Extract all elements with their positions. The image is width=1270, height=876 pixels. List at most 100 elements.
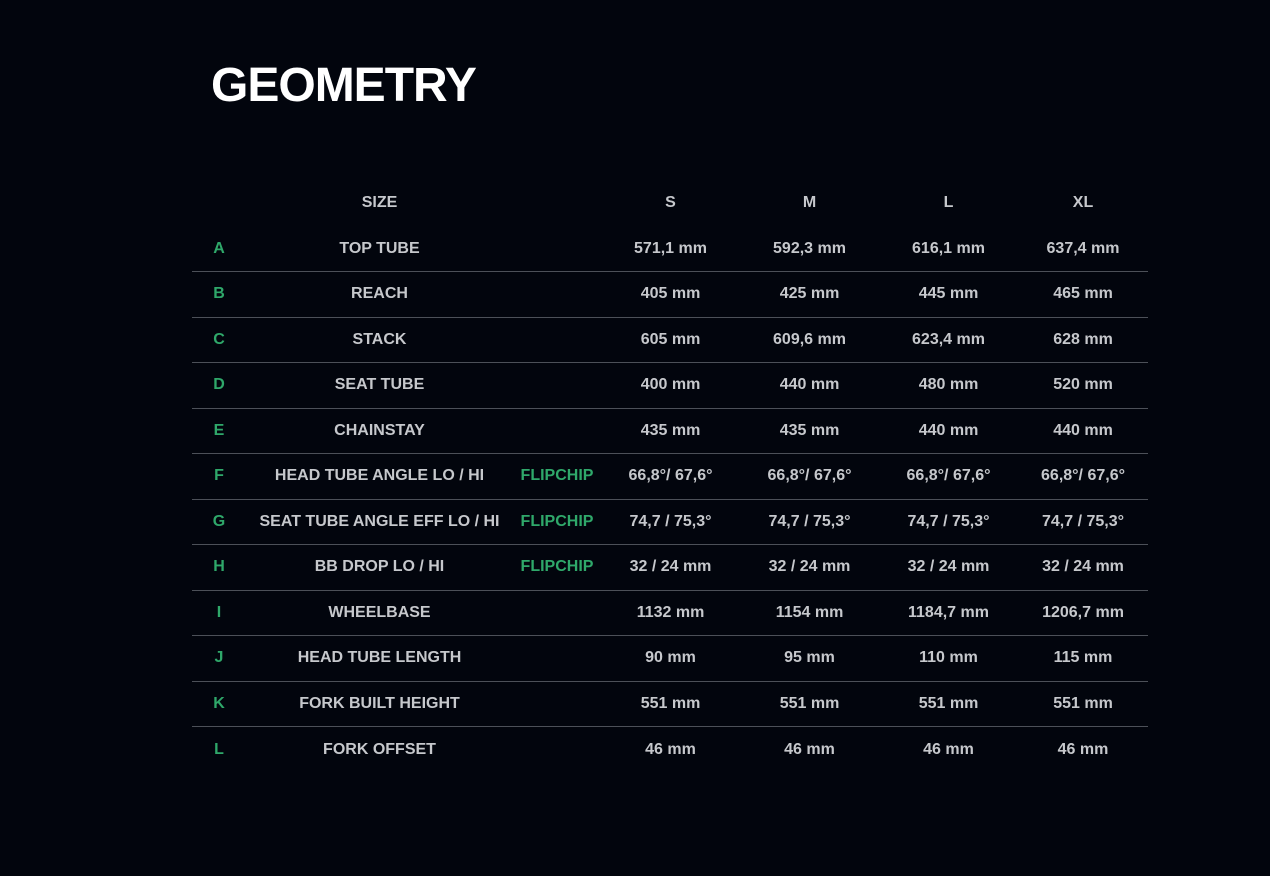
row-value-m: 74,7 / 75,3° — [768, 512, 851, 530]
row-measurement-name: BB DROP LO / HI — [314, 558, 445, 576]
row-value-l: 480 mm — [918, 376, 979, 394]
row-flipchip-label — [513, 317, 601, 363]
table-row: I WHEELBASE 1132 mm 1154 mm 1184,7 mm 1206,7 … — [192, 590, 1148, 636]
row-value-m: 66,8°/ 67,6° — [767, 467, 852, 485]
header-size-label: SIZE — [361, 194, 398, 211]
row-value-xl: 440 mm — [1053, 421, 1113, 439]
row-measurement-name: HEAD TUBE ANGLE LO / HI — [274, 467, 485, 485]
row-measurement-name: SEAT TUBE — [334, 376, 425, 394]
row-value-l: 623,4 mm — [912, 330, 985, 348]
row-value-m: 440 mm — [779, 376, 840, 394]
row-value-xl: 32 / 24 mm — [1042, 558, 1124, 576]
row-letter: J — [214, 649, 224, 667]
geometry-table: SIZE S M L XL A TOP TUBE 571,1 mm 592,3 mm 6… — [192, 180, 1148, 772]
row-measurement-name: FORK OFFSET — [323, 740, 436, 758]
row-letter: C — [213, 330, 225, 348]
row-value-m: 435 mm — [779, 421, 840, 439]
row-value-m: 46 mm — [784, 740, 835, 758]
row-value-s: 571,1 mm — [634, 239, 707, 257]
header-size-l: L — [943, 194, 954, 211]
row-value-l: 74,7 / 75,3° — [907, 512, 990, 530]
header-size-s: S — [665, 194, 676, 211]
row-measurement-name: REACH — [351, 285, 408, 303]
row-value-l: 66,8°/ 67,6° — [906, 467, 991, 485]
row-flipchip-label — [513, 590, 601, 636]
row-value-s: 605 mm — [640, 330, 701, 348]
row-measurement-name: HEAD TUBE LENGTH — [297, 649, 462, 667]
row-value-l: 440 mm — [918, 421, 979, 439]
row-value-xl: 628 mm — [1053, 330, 1113, 348]
row-flipchip-label — [513, 636, 601, 682]
row-value-s: 1132 mm — [636, 603, 705, 621]
row-flipchip-label: FLIPCHIP — [520, 467, 594, 485]
table-row: D SEAT TUBE 400 mm 440 mm 480 mm 520 mm — [192, 363, 1148, 409]
row-value-s: 435 mm — [640, 421, 701, 439]
row-value-s: 400 mm — [640, 376, 701, 394]
row-value-m: 609,6 mm — [773, 330, 846, 348]
header-letter-cell — [192, 180, 246, 226]
table-row: J HEAD TUBE LENGTH 90 mm 95 mm 110 mm 115 mm — [192, 636, 1148, 682]
row-value-xl: 74,7 / 75,3° — [1041, 512, 1124, 530]
table-row: H BB DROP LO / HI FLIPCHIP 32 / 24 mm 32 / 2… — [192, 545, 1148, 590]
table-row: G SEAT TUBE ANGLE EFF LO / HI FLIPCHIP 74,7… — [192, 499, 1148, 545]
row-value-xl: 520 mm — [1053, 376, 1113, 394]
header-size-m: M — [802, 194, 817, 211]
row-value-l: 46 mm — [923, 740, 974, 758]
row-value-l: 1184,7 mm — [908, 603, 989, 621]
row-flipchip-label — [513, 363, 601, 409]
row-flipchip-label — [513, 681, 601, 727]
row-value-xl: 1206,7 mm — [1042, 603, 1124, 621]
row-letter: H — [213, 558, 225, 576]
table-body: A TOP TUBE 571,1 mm 592,3 mm 616,1 mm 637,4 m… — [192, 226, 1148, 772]
row-value-l: 551 mm — [918, 694, 979, 712]
row-value-m: 95 mm — [784, 649, 835, 667]
header-flip-cell — [513, 180, 601, 226]
row-value-s: 551 mm — [640, 694, 701, 712]
table-header-row: SIZE S M L XL — [192, 180, 1148, 226]
row-value-m: 551 mm — [779, 694, 840, 712]
row-flipchip-label: FLIPCHIP — [520, 512, 594, 530]
row-value-xl: 46 mm — [1057, 740, 1109, 758]
row-flipchip-label — [513, 226, 601, 272]
row-value-m: 1154 mm — [775, 603, 844, 621]
row-letter: I — [216, 603, 222, 621]
row-flipchip-label: FLIPCHIP — [520, 558, 594, 576]
row-letter: E — [213, 421, 225, 439]
table-row: L FORK OFFSET 46 mm 46 mm 46 mm 46 mm — [192, 727, 1148, 773]
row-flipchip-label — [513, 408, 601, 454]
row-measurement-name: WHEELBASE — [328, 603, 431, 621]
row-value-m: 32 / 24 mm — [768, 558, 851, 576]
row-measurement-name: FORK BUILT HEIGHT — [299, 694, 460, 712]
page-title: GEOMETRY — [211, 59, 477, 112]
table-row: C STACK 605 mm 609,6 mm 623,4 mm 628 mm — [192, 317, 1148, 363]
row-value-m: 425 mm — [779, 285, 840, 303]
row-letter: A — [213, 239, 225, 257]
row-measurement-name: STACK — [352, 330, 407, 348]
row-value-xl: 66,8°/ 67,6° — [1041, 467, 1125, 485]
row-value-s: 405 mm — [640, 285, 701, 303]
row-letter: D — [213, 376, 225, 394]
table-row: F HEAD TUBE ANGLE LO / HI FLIPCHIP 66,8°/ 6… — [192, 454, 1148, 499]
table-row: A TOP TUBE 571,1 mm 592,3 mm 616,1 mm 637,4 m… — [192, 226, 1148, 272]
row-letter: F — [214, 467, 224, 485]
row-letter: K — [213, 694, 225, 712]
row-value-m: 592,3 mm — [773, 239, 846, 257]
row-measurement-name: TOP TUBE — [339, 239, 420, 257]
table-row: E CHAINSTAY 435 mm 435 mm 440 mm 440 mm — [192, 408, 1148, 454]
row-letter: L — [214, 740, 224, 758]
header-size-xl: XL — [1072, 194, 1094, 211]
row-value-xl: 551 mm — [1053, 694, 1113, 712]
row-letter: B — [213, 285, 225, 303]
row-value-xl: 115 mm — [1053, 649, 1113, 667]
row-flipchip-label — [513, 727, 601, 773]
row-value-s: 90 mm — [645, 649, 696, 667]
row-value-l: 445 mm — [918, 285, 979, 303]
row-letter: G — [212, 512, 226, 530]
row-value-s: 74,7 / 75,3° — [629, 512, 712, 530]
row-measurement-name: SEAT TUBE ANGLE EFF LO / HI — [259, 512, 500, 530]
row-value-s: 32 / 24 mm — [629, 558, 712, 576]
row-value-l: 32 / 24 mm — [907, 558, 990, 576]
row-value-xl: 465 mm — [1053, 285, 1113, 303]
row-value-xl: 637,4 mm — [1046, 239, 1120, 257]
table-row: K FORK BUILT HEIGHT 551 mm 551 mm 551 mm 551 … — [192, 681, 1148, 727]
